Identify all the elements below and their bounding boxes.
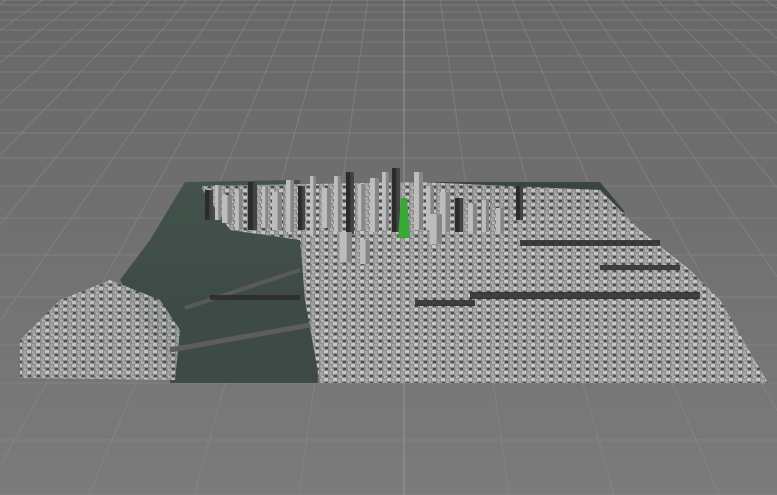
skyscraper-shade: [218, 185, 221, 220]
3d-viewport[interactable]: [0, 0, 777, 495]
skyscraper-shade: [385, 172, 389, 230]
skyscraper-shade: [519, 186, 523, 220]
skyscraper-shade: [313, 176, 316, 236]
skyscraper-shade: [472, 204, 477, 234]
shadow-band: [210, 295, 300, 300]
skyscraper-shade: [346, 232, 352, 262]
skyscraper-shade: [485, 200, 489, 232]
skyscraper-shade: [265, 186, 268, 228]
skyscraper-shade: [290, 180, 294, 232]
skyscraper-shade: [337, 176, 341, 232]
skyscraper-shade: [365, 240, 370, 264]
skyscraper-shade: [350, 172, 354, 234]
skyscraper-shade: [445, 192, 450, 232]
shadow-band: [470, 292, 700, 299]
skyscraper-shade: [301, 186, 305, 230]
skyscraper-shade: [277, 192, 282, 230]
skyscraper-shade: [418, 172, 423, 230]
skyscraper-shade: [252, 182, 257, 230]
skyscraper-shade: [436, 214, 442, 244]
skyscraper-shade: [227, 195, 232, 223]
viewport-canvas[interactable]: [0, 0, 777, 495]
skyscraper-shade: [326, 188, 331, 228]
shadow-band: [415, 300, 475, 306]
skyscraper-shade: [238, 190, 242, 230]
skyscraper-shade: [374, 178, 379, 232]
skyscraper-shade: [209, 190, 213, 220]
skyscraper-shade: [500, 208, 504, 234]
shadow-band: [520, 240, 660, 246]
skyscraper-shade: [459, 198, 463, 232]
skyscraper-shade: [361, 184, 364, 230]
shadow-band: [600, 265, 680, 270]
